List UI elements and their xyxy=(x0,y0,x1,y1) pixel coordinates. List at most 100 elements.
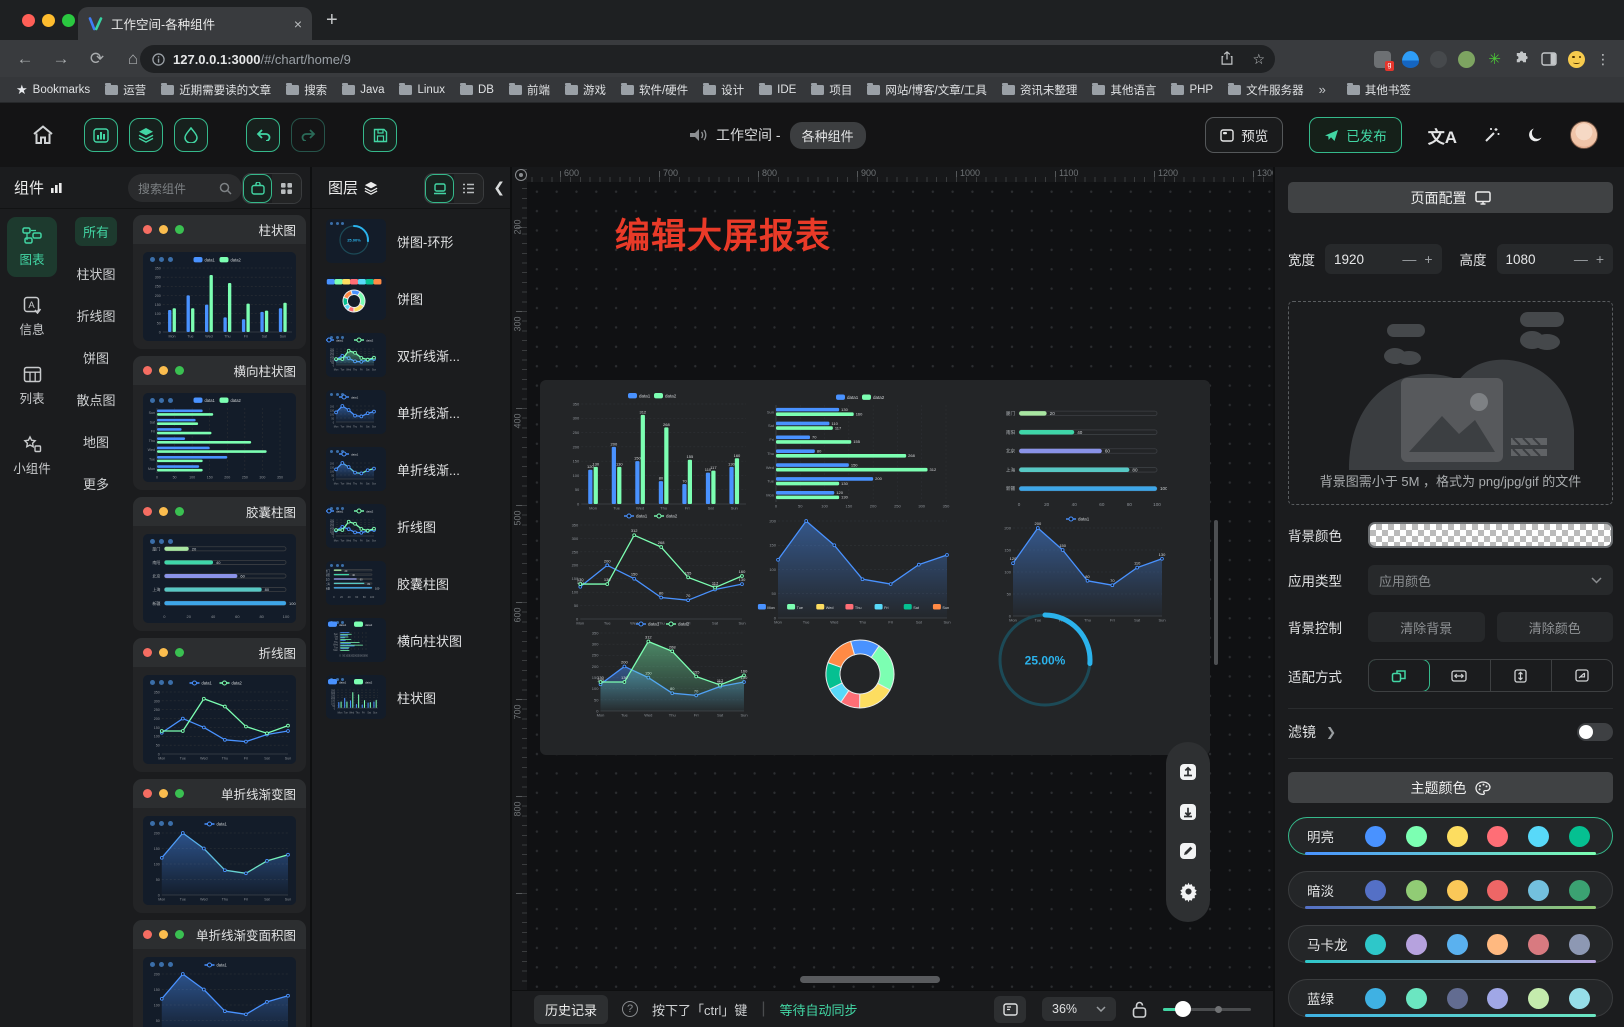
theme-row-马卡龙[interactable]: 马卡龙 xyxy=(1288,925,1613,963)
other-bookmarks-folder[interactable]: 其他书签 xyxy=(1343,82,1415,98)
bookmark-item[interactable]: 文件服务器 xyxy=(1224,82,1308,98)
width-increase-button[interactable]: + xyxy=(1424,251,1432,267)
details-button[interactable] xyxy=(174,118,208,152)
browser-tab[interactable]: 工作空间-各种组件 × xyxy=(78,7,312,40)
theme-row-明亮[interactable]: 明亮 xyxy=(1288,817,1613,855)
theme-color-dot[interactable] xyxy=(1365,988,1386,1009)
bookmark-item[interactable]: 设计 xyxy=(699,82,748,98)
theme-color-dot[interactable] xyxy=(1406,988,1427,1009)
layer-item[interactable]: 25.00%饼图-环形 xyxy=(326,219,496,263)
bookmark-item[interactable]: IDE xyxy=(755,84,800,96)
search-components-input[interactable]: 搜索组件 xyxy=(128,174,242,202)
bookmark-item[interactable]: 搜索 xyxy=(282,82,331,98)
layer-item[interactable]: 厦门20南阳40北京60上海80新疆100020406080100胶囊柱图 xyxy=(326,561,496,605)
fit-width-option[interactable] xyxy=(1429,660,1490,691)
bookmark-star-icon[interactable]: ☆ xyxy=(1252,51,1265,68)
clear-background-button[interactable]: 清除背景 xyxy=(1368,612,1485,642)
layer-item[interactable]: data1data2050100150200250300350MonTueWed… xyxy=(326,675,496,719)
scene-hbar-chart[interactable]: data1data2050100150200250300350Mon120130… xyxy=(762,392,962,510)
chevron-right-icon[interactable]: ❯ xyxy=(1326,725,1336,739)
bookmark-item[interactable]: 网站/博客/文章/工具 xyxy=(863,82,991,98)
component-card[interactable]: 横向柱状图data1data2050100150200250300350MonT… xyxy=(133,356,306,490)
fit-stretch-option[interactable] xyxy=(1552,660,1612,691)
browser-back-icon[interactable]: ← xyxy=(14,49,36,69)
single-view-toggle[interactable] xyxy=(243,174,272,203)
export-icon[interactable] xyxy=(1178,802,1198,822)
fit-height-option[interactable] xyxy=(1491,660,1552,691)
browser-reload-icon[interactable]: ⟳ xyxy=(86,49,108,69)
theme-color-dot[interactable] xyxy=(1487,880,1508,901)
clear-color-button[interactable]: 清除颜色 xyxy=(1497,612,1614,642)
extension-icon[interactable]: g xyxy=(1374,51,1391,68)
theme-color-dot[interactable] xyxy=(1365,934,1386,955)
theme-color-dot[interactable] xyxy=(1447,880,1468,901)
theme-color-dot[interactable] xyxy=(1569,880,1590,901)
theme-color-dot[interactable] xyxy=(1365,880,1386,901)
category-更多[interactable]: 更多 xyxy=(75,469,117,498)
theme-color-dot[interactable] xyxy=(1528,988,1549,1009)
save-button[interactable] xyxy=(363,118,397,152)
height-value[interactable]: 1080 xyxy=(1506,252,1566,267)
component-card[interactable]: 单折线渐变面积图data1050100150200MonTueWedThuFri… xyxy=(133,920,306,1027)
background-color-picker[interactable] xyxy=(1368,522,1613,548)
layers-button[interactable] xyxy=(129,118,163,152)
theme-color-dot[interactable] xyxy=(1528,934,1549,955)
extension-icon[interactable] xyxy=(1430,51,1447,68)
scene-pie-chart[interactable]: MonTueWedThuFriSatSun xyxy=(755,602,965,720)
category-折线图[interactable]: 折线图 xyxy=(68,301,123,330)
unlock-icon[interactable] xyxy=(1132,1001,1147,1018)
design-canvas[interactable]: 6007008009001000110012001300 20030040050… xyxy=(512,167,1273,1027)
theme-color-dot[interactable] xyxy=(1487,988,1508,1009)
settings-gear-icon[interactable] xyxy=(1178,881,1199,902)
component-card[interactable]: 单折线渐变图data1050100150200MonTueWedThuFriSa… xyxy=(133,779,306,913)
scene-ring-progress[interactable]: 25.00% xyxy=(988,605,1102,715)
width-value[interactable]: 1920 xyxy=(1334,252,1394,267)
theme-color-dot[interactable] xyxy=(1447,934,1468,955)
layer-list-view-toggle[interactable] xyxy=(454,174,483,203)
bookmark-item[interactable]: 游戏 xyxy=(561,82,610,98)
sidebar-tab-图表[interactable]: 图表 xyxy=(7,217,57,277)
layer-thumbnail-view-toggle[interactable] xyxy=(425,174,454,203)
browser-menu-icon[interactable]: ⋮ xyxy=(1596,51,1610,68)
sidepanel-icon[interactable] xyxy=(1541,52,1557,66)
bookmark-item[interactable]: PHP xyxy=(1167,84,1217,96)
theme-color-dot[interactable] xyxy=(1569,826,1590,847)
grid-view-toggle[interactable] xyxy=(272,174,301,203)
collapse-panel-chevron[interactable]: ❮ xyxy=(493,179,505,196)
layer-item[interactable]: data1050100150200MonTueWedThuFriSatSun单折… xyxy=(326,447,496,491)
extension-icon[interactable]: ✳ xyxy=(1486,51,1503,68)
category-地图[interactable]: 地图 xyxy=(75,427,117,456)
layout-preview-button[interactable] xyxy=(994,996,1026,1023)
theme-color-dot[interactable] xyxy=(1406,880,1427,901)
bookmark-item[interactable]: Java xyxy=(338,84,388,96)
dark-mode-moon-icon[interactable] xyxy=(1527,127,1544,144)
sidebar-tab-信息[interactable]: A信息 xyxy=(7,287,57,347)
apply-type-select[interactable]: 应用颜色 xyxy=(1368,565,1613,595)
canvas-vertical-scrollbar[interactable] xyxy=(1214,520,1218,665)
import-icon[interactable] xyxy=(1178,762,1198,782)
macos-zoom-button[interactable] xyxy=(62,14,75,27)
extensions-puzzle-icon[interactable] xyxy=(1514,51,1530,67)
language-toggle-icon[interactable]: 文A xyxy=(1428,123,1457,148)
preview-button[interactable]: 预览 xyxy=(1205,117,1283,153)
layer-item[interactable]: data1data2050100150200250300350MonTueWed… xyxy=(326,333,496,377)
redo-button[interactable] xyxy=(291,118,325,152)
scene-dual-gradient-chart[interactable]: data1data2050100150200250300350MonTueWed… xyxy=(580,618,752,720)
height-increase-button[interactable]: + xyxy=(1596,251,1604,267)
filter-toggle[interactable] xyxy=(1577,723,1613,741)
category-所有[interactable]: 所有 xyxy=(75,217,117,246)
scene-chart-group[interactable]: data1data2050100150200250300350Mon120130… xyxy=(540,380,1210,755)
theme-color-dot[interactable] xyxy=(1487,934,1508,955)
bookmark-item[interactable]: 项目 xyxy=(807,82,856,98)
theme-color-dot[interactable] xyxy=(1447,826,1468,847)
theme-row-蓝绿[interactable]: 蓝绿 xyxy=(1288,979,1613,1017)
macos-minimize-button[interactable] xyxy=(42,14,55,27)
bookmark-item[interactable]: 资讯未整理 xyxy=(998,82,1082,98)
theme-color-dot[interactable] xyxy=(1569,988,1590,1009)
bookmark-item[interactable]: 运营 xyxy=(101,82,150,98)
zoom-slider-handle[interactable] xyxy=(1175,1001,1191,1017)
scene-title-text[interactable]: 编辑大屏报表 xyxy=(615,208,831,259)
macos-close-button[interactable] xyxy=(22,14,35,27)
user-avatar[interactable] xyxy=(1570,121,1598,149)
ruler-toggle-icon[interactable] xyxy=(515,169,527,181)
